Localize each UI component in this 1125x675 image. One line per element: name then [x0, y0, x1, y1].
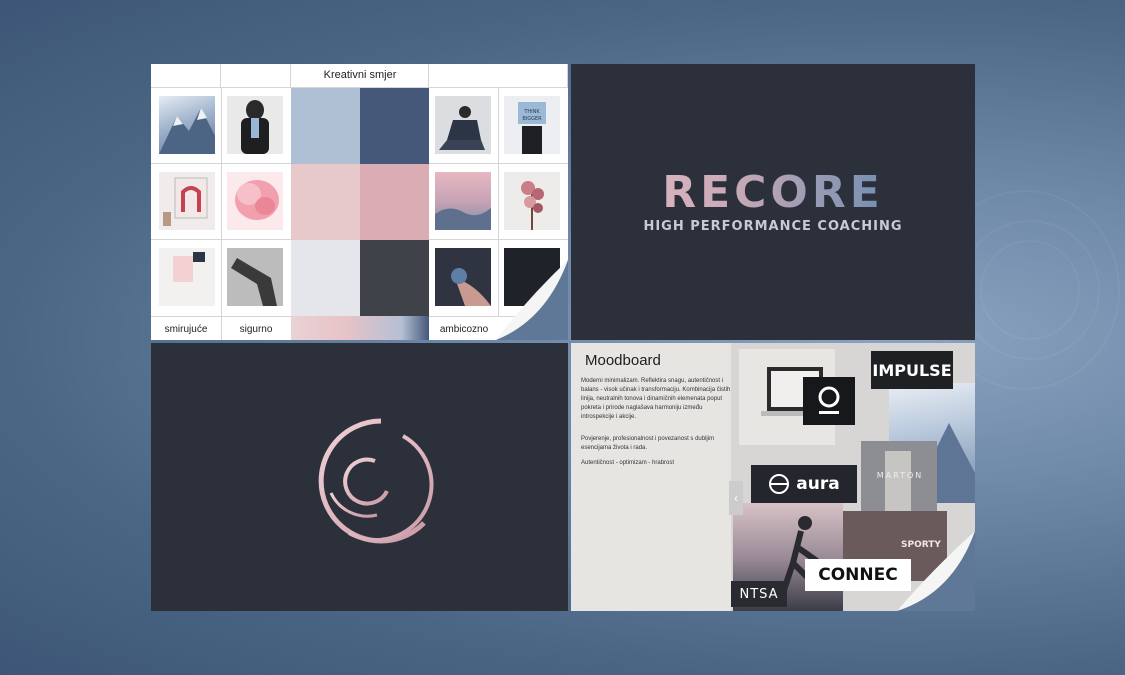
- mountain-photo: [159, 96, 215, 154]
- mood-label-ambitious: ambicozno: [439, 324, 489, 335]
- logo-symbol-panel: [151, 343, 568, 611]
- grid-header-cell: Kreativni smjer: [291, 64, 429, 88]
- palette-swatch-pale-grey: [291, 240, 360, 316]
- grid-header-label: Kreativni smjer: [323, 69, 397, 81]
- creative-direction-panel: Kreativni smjer THINK BIGGER smirujuće s…: [151, 64, 568, 340]
- abstract-art-photo: [159, 248, 215, 306]
- brand-logo-wordmark: RECORE: [571, 167, 975, 218]
- moodboard-panel: Moodboard Moderni minimalizam. Reflektir…: [571, 343, 975, 611]
- monochrome-legs-photo: [227, 248, 283, 306]
- marton-logo-tile: MARTON: [876, 470, 924, 480]
- brand-tagline: HIGH PERFORMANCE COACHING: [643, 219, 903, 234]
- connect-logo-tile: CONNEC: [805, 559, 911, 591]
- nav-arrow-icon[interactable]: ‹: [729, 481, 743, 515]
- moodboard-description: Moderni minimalizam. Reflektira snagu, a…: [581, 378, 731, 420]
- palette-swatch-rose: [360, 164, 429, 240]
- woman-seated-photo: [435, 96, 491, 154]
- pink-flower-photo: [227, 172, 283, 230]
- gradient-bar: [291, 316, 429, 340]
- o-logo-tile: [803, 377, 855, 425]
- palette-swatch-light-blue: [291, 88, 360, 164]
- svg-text:THINK: THINK: [523, 109, 540, 115]
- aura-logo-tile: aura: [751, 465, 857, 503]
- ntsa-logo-tile: NTSA: [731, 581, 787, 607]
- palette-swatch-charcoal: [360, 240, 429, 316]
- grid-cell: [151, 64, 221, 88]
- smartwatch-photo: [435, 248, 491, 306]
- svg-text:BIGGER: BIGGER: [522, 116, 542, 122]
- water-ripple: [980, 240, 1080, 340]
- palette-swatch-blush: [291, 164, 360, 240]
- mood-label-secure: sigurno: [239, 324, 273, 335]
- moodboard-values: Povjerenje, profesionalnost i povezanost…: [581, 436, 715, 451]
- dried-flowers-photo: [504, 172, 560, 230]
- woman-suit-photo: [227, 96, 283, 154]
- grid-cell: [429, 64, 568, 88]
- think-bigger-photo: THINK BIGGER: [504, 96, 560, 154]
- palette-swatch-navy: [360, 88, 429, 164]
- pink-landscape-photo: [435, 172, 491, 230]
- page-curl: [496, 260, 568, 340]
- logo-panel: RECORE HIGH PERFORMANCE COACHING: [571, 64, 975, 340]
- art-interior-photo: [159, 172, 215, 230]
- impulse-logo-tile: IMPULSE: [871, 351, 953, 389]
- spiral-logo-icon: [318, 418, 434, 544]
- page-curl: [897, 531, 975, 611]
- moodboard-keywords: Autentičnost - optimizam - hrabrost: [581, 460, 675, 466]
- grid-cell: [221, 64, 291, 88]
- aura-logo-text: aura: [796, 474, 840, 494]
- moodboard-title: Moodboard: [585, 352, 661, 369]
- mood-label-calm: smirujuće: [164, 324, 208, 335]
